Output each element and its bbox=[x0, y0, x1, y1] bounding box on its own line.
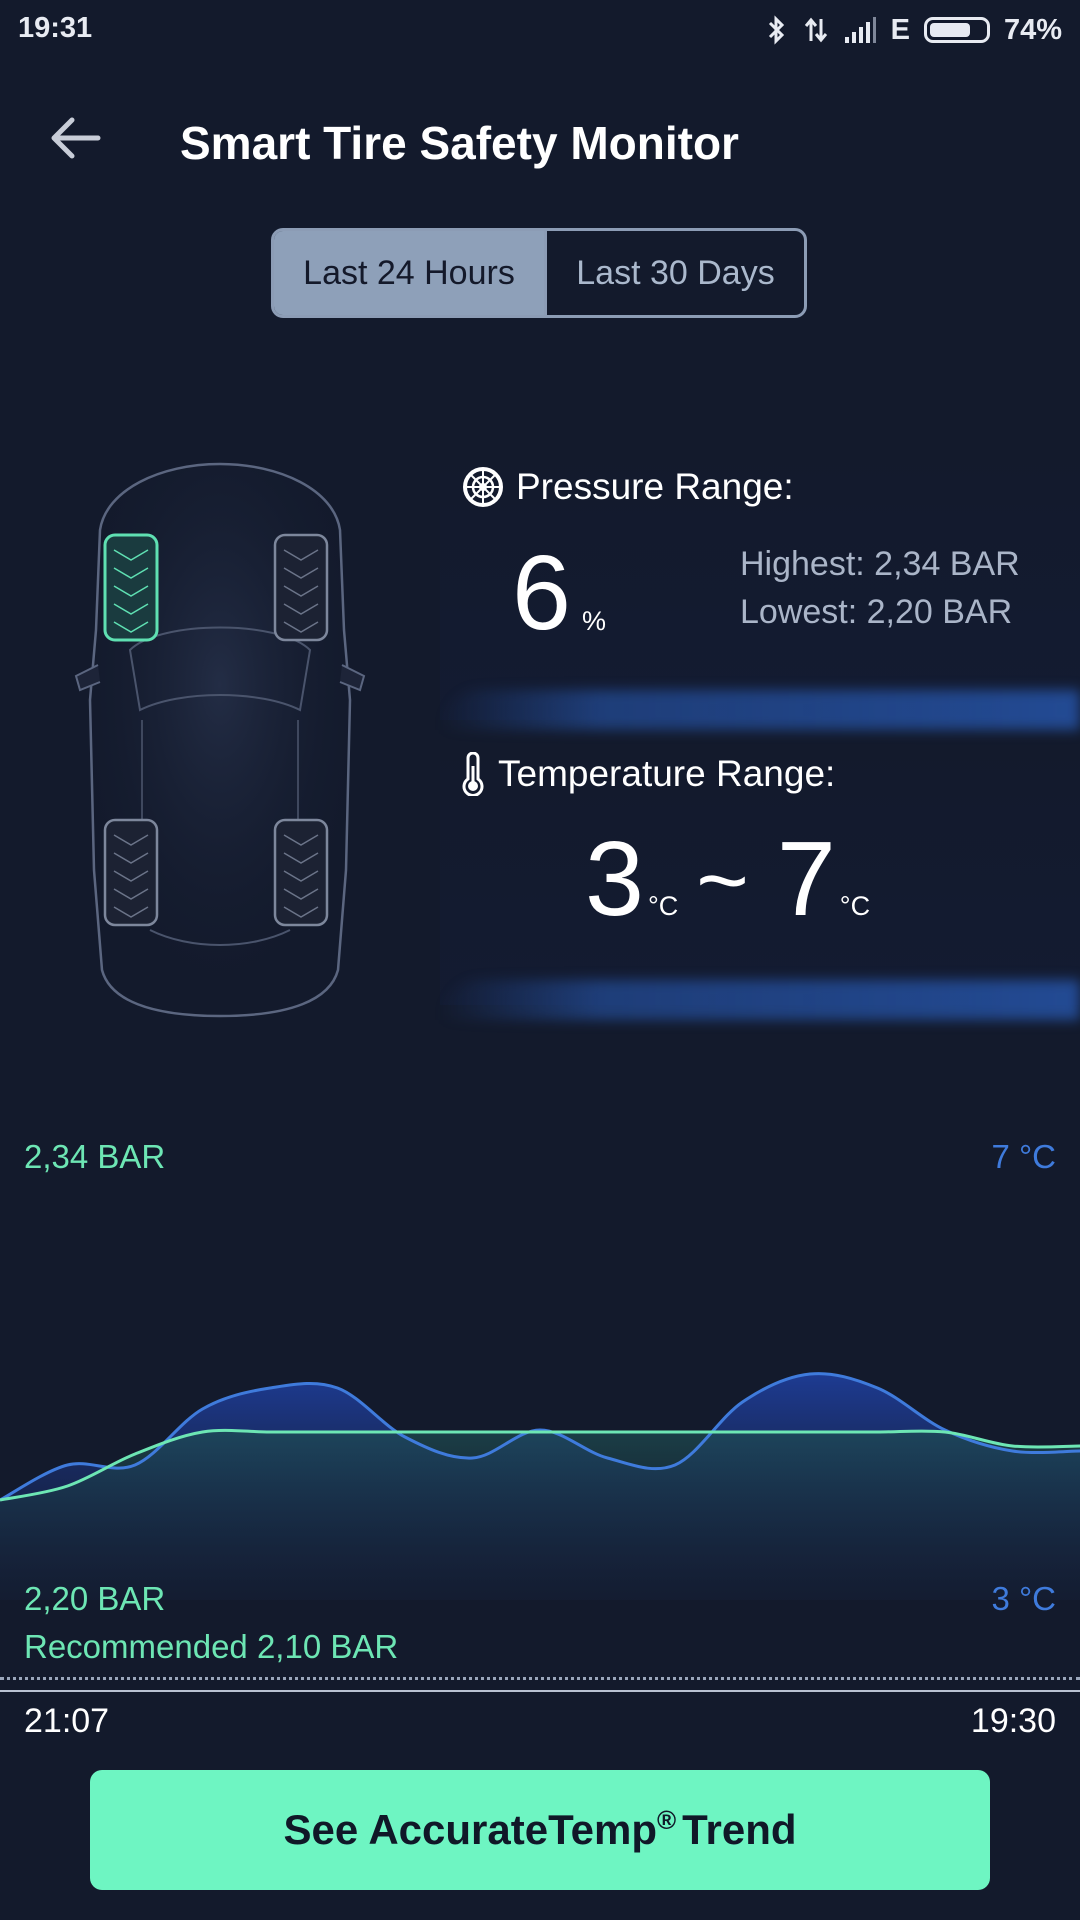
tire-rear-left[interactable] bbox=[103, 818, 159, 927]
temperature-range-label: Temperature Range: bbox=[498, 753, 836, 794]
tab-last-30-days[interactable]: Last 30 Days bbox=[544, 231, 804, 315]
pressure-range-unit: % bbox=[582, 606, 607, 636]
tire-rear-right[interactable] bbox=[273, 818, 329, 927]
status-icons: E 74% bbox=[765, 12, 1062, 48]
data-transfer-icon bbox=[804, 17, 827, 43]
chart-time-end: 19:30 bbox=[970, 1702, 1056, 1740]
temperature-panel-glow bbox=[440, 980, 1080, 1020]
tire-icon bbox=[463, 467, 503, 507]
battery-fill bbox=[929, 23, 970, 37]
see-accuratetemp-trend-button[interactable]: See AccurateTemp ® Trend bbox=[90, 1770, 990, 1890]
bluetooth-icon bbox=[768, 15, 784, 45]
chart-pressure-min-label: 2,20 BAR bbox=[24, 1580, 166, 1617]
registered-mark: ® bbox=[656, 1804, 677, 1835]
tab-last-24-hours[interactable]: Last 24 Hours bbox=[274, 231, 544, 315]
temperature-separator: ~ bbox=[696, 831, 749, 931]
battery-icon bbox=[923, 17, 990, 43]
chart-temp-min-label: 3 °C bbox=[991, 1580, 1056, 1617]
temperature-max-unit: °C bbox=[839, 891, 871, 921]
chart-time-start: 21:07 bbox=[24, 1702, 110, 1740]
recommended-pressure-label: Recommended 2,10 BAR bbox=[24, 1628, 399, 1665]
temperature-range-heading: Temperature Range: bbox=[458, 752, 835, 796]
car-top-view-illustration bbox=[74, 462, 366, 1018]
tire-front-right[interactable] bbox=[273, 533, 329, 642]
temperature-min-value: 3 bbox=[585, 820, 644, 938]
back-button[interactable] bbox=[46, 108, 126, 188]
temperature-max-value: 7 bbox=[776, 820, 836, 938]
recommended-pressure-line bbox=[0, 1677, 1080, 1680]
battery-percent: 74% bbox=[1003, 13, 1062, 46]
network-type: E bbox=[890, 13, 910, 46]
pressure-series-area bbox=[0, 1430, 1080, 1600]
status-time: 19:31 bbox=[18, 12, 93, 44]
back-arrow-icon bbox=[51, 117, 101, 159]
trend-button-label: See AccurateTemp bbox=[283, 1806, 657, 1853]
trend-button-label-end: Trend bbox=[682, 1806, 797, 1853]
pressure-highest: Highest: 2,34 BAR bbox=[740, 545, 1020, 583]
signal-icon bbox=[844, 17, 876, 43]
pressure-range-value: 6 bbox=[512, 534, 571, 652]
chart-x-axis bbox=[0, 1690, 1080, 1692]
status-bar: 19:31 E 74% bbox=[0, 0, 1080, 60]
pressure-temperature-chart bbox=[0, 1372, 1080, 1600]
temperature-range-values: 3 °C ~ 7 °C bbox=[585, 826, 888, 932]
pressure-range-label: Pressure Range: bbox=[516, 466, 794, 507]
chart-pressure-max-label: 2,34 BAR bbox=[24, 1138, 166, 1175]
pressure-range-heading: Pressure Range: bbox=[462, 466, 794, 508]
thermometer-icon bbox=[462, 752, 484, 796]
chart-temp-max-label: 7 °C bbox=[991, 1138, 1056, 1175]
pressure-panel-glow bbox=[440, 690, 1080, 730]
page-title: Smart Tire Safety Monitor bbox=[180, 117, 739, 169]
time-range-segmented-control: Last 24 Hours Last 30 Days bbox=[271, 228, 807, 318]
pressure-lowest: Lowest: 2,20 BAR bbox=[740, 593, 1013, 631]
temperature-min-unit: °C bbox=[647, 891, 679, 921]
tire-front-left[interactable] bbox=[103, 533, 159, 642]
